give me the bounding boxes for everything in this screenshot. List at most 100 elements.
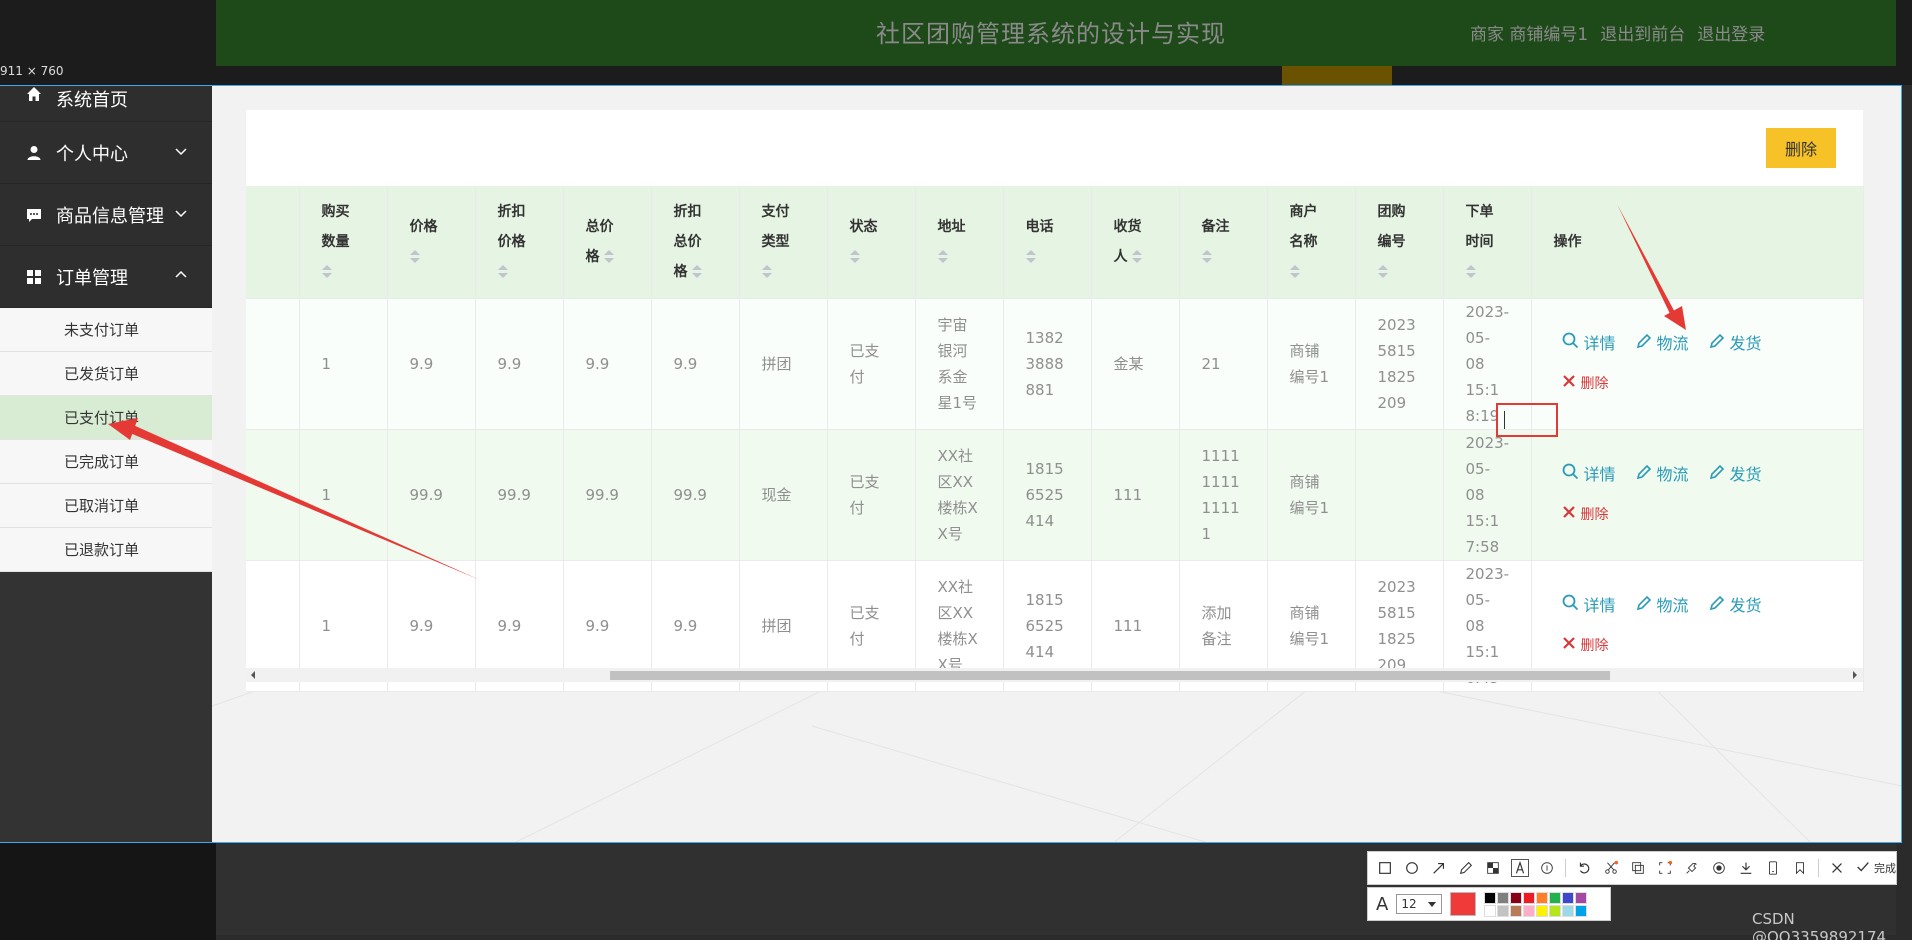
color-swatch[interactable] — [1497, 891, 1510, 904]
logistics-button[interactable]: 物流 — [1636, 331, 1689, 357]
record-icon[interactable] — [1710, 859, 1728, 877]
current-color-swatch[interactable] — [1450, 892, 1477, 916]
table-header-cell[interactable]: 购买 数量 — [299, 186, 388, 299]
table-header-cell[interactable]: 支付 类型 — [739, 186, 828, 299]
ship-button[interactable]: 发货 — [1709, 331, 1762, 357]
rectangle-icon[interactable] — [1376, 859, 1394, 877]
ship-button[interactable]: 发货 — [1709, 462, 1762, 488]
sort-caret-icon[interactable] — [1377, 264, 1388, 279]
color-swatch[interactable] — [1484, 891, 1497, 904]
sidebar-subitem-cancelled[interactable]: 已取消订单 — [0, 484, 212, 528]
table-cell: 商铺 编号1 — [1267, 298, 1356, 430]
table-header-cell[interactable]: 备注 — [1179, 186, 1268, 299]
ellipse-icon[interactable] — [1403, 859, 1421, 877]
delete-row-button[interactable]: 删除 — [1562, 502, 1609, 528]
sort-caret-icon[interactable] — [849, 249, 860, 264]
logistics-button[interactable]: 物流 — [1636, 462, 1689, 488]
sort-caret-icon[interactable] — [1201, 249, 1212, 264]
sidebar-item-order-management[interactable]: 订单管理 — [0, 246, 212, 308]
sort-caret-icon[interactable] — [409, 249, 420, 264]
sort-caret-icon[interactable] — [603, 249, 614, 264]
table-header-cell[interactable]: 状态 — [827, 186, 916, 299]
ship-button[interactable]: 发货 — [1709, 593, 1762, 619]
sort-caret-icon[interactable] — [937, 249, 948, 264]
sidebar-subitem-shipped[interactable]: 已发货订单 — [0, 352, 212, 396]
bookmark-icon[interactable] — [1791, 859, 1809, 877]
cell-line: 9.9 — [409, 616, 434, 635]
color-swatch[interactable] — [1575, 904, 1588, 917]
color-swatch[interactable] — [1510, 904, 1523, 917]
table-header-cell[interactable]: 总价格 — [563, 186, 652, 299]
search-icon — [1562, 462, 1584, 488]
table-header-cell[interactable]: 价格 — [387, 186, 476, 299]
sidebar-item-home[interactable]: 系统首页 — [0, 86, 212, 122]
table-header-cell[interactable]: 电话 — [1003, 186, 1092, 299]
number-icon[interactable] — [1538, 859, 1556, 877]
color-swatch[interactable] — [1562, 904, 1575, 917]
screen-icon[interactable] — [1656, 859, 1674, 877]
bulk-delete-button[interactable]: 删除 — [1766, 128, 1836, 168]
color-swatch[interactable] — [1549, 904, 1562, 917]
sort-caret-icon[interactable] — [1289, 264, 1300, 279]
color-swatch[interactable] — [1549, 891, 1562, 904]
logistics-button[interactable]: 物流 — [1636, 593, 1689, 619]
sort-caret-icon[interactable] — [1131, 249, 1142, 264]
cell-line: 拼团 — [761, 616, 792, 635]
logout-link[interactable]: 退出登录 — [1697, 20, 1765, 45]
table-header-cell[interactable]: 地址 — [915, 186, 1004, 299]
cell-line: 2023 — [1377, 315, 1416, 334]
sidebar-subitem-paid[interactable]: 已支付订单 — [0, 396, 212, 440]
sort-caret-icon[interactable] — [761, 264, 772, 279]
color-swatch[interactable] — [1510, 891, 1523, 904]
color-swatch[interactable] — [1536, 904, 1549, 917]
scrollbar-thumb[interactable] — [610, 671, 1610, 680]
table-header-cell[interactable]: 下单 时间 — [1443, 186, 1532, 299]
sort-caret-icon[interactable] — [321, 264, 332, 279]
sidebar-item-product-management[interactable]: 商品信息管理 — [0, 184, 212, 246]
arrow-icon[interactable] — [1430, 859, 1448, 877]
sort-caret-icon[interactable] — [497, 264, 508, 279]
sidebar-subitem-refunded[interactable]: 已退款订单 — [0, 528, 212, 572]
horizontal-scrollbar[interactable] — [246, 668, 1863, 682]
table-header-cell[interactable]: 收货人 — [1091, 186, 1180, 299]
sort-caret-icon[interactable] — [1025, 249, 1036, 264]
color-swatch[interactable] — [1575, 891, 1588, 904]
scissors-icon[interactable] — [1602, 859, 1620, 877]
text-icon[interactable] — [1511, 859, 1529, 877]
color-swatch[interactable] — [1523, 904, 1536, 917]
mosaic-icon[interactable] — [1484, 859, 1502, 877]
scroll-left-icon[interactable] — [251, 671, 255, 679]
table-header-cell[interactable]: 商户 名称 — [1267, 186, 1356, 299]
table-header-cell[interactable]: 折扣 总价格 — [651, 186, 740, 299]
back-to-frontend-link[interactable]: 退出到前台 — [1600, 20, 1685, 45]
download-icon[interactable] — [1737, 859, 1755, 877]
color-swatch[interactable] — [1562, 891, 1575, 904]
font-size-select[interactable]: 12 — [1396, 894, 1443, 914]
close-icon[interactable] — [1828, 859, 1846, 877]
header-label: 总价 — [673, 233, 702, 250]
color-swatch[interactable] — [1536, 891, 1549, 904]
color-swatch[interactable] — [1523, 891, 1536, 904]
delete-row-button[interactable]: 删除 — [1562, 633, 1609, 659]
order-submenu: 未支付订单 已发货订单 已支付订单 已完成订单 已取消订单 已退款订单 — [0, 308, 212, 572]
undo-icon[interactable] — [1575, 859, 1593, 877]
color-swatch[interactable] — [1484, 904, 1497, 917]
sort-caret-icon[interactable] — [1465, 264, 1476, 279]
delete-row-button[interactable]: 删除 — [1562, 371, 1609, 397]
sidebar-subitem-unpaid[interactable]: 未支付订单 — [0, 308, 212, 352]
pin-icon[interactable] — [1683, 859, 1701, 877]
detail-button[interactable]: 详情 — [1562, 331, 1616, 357]
scroll-right-icon[interactable] — [1853, 671, 1857, 679]
phone-icon[interactable] — [1764, 859, 1782, 877]
sidebar-item-personal-center[interactable]: 个人中心 — [0, 122, 212, 184]
finish-button[interactable]: 完成 — [1855, 859, 1896, 878]
sidebar-subitem-completed[interactable]: 已完成订单 — [0, 440, 212, 484]
sort-caret-icon[interactable] — [691, 264, 702, 279]
detail-button[interactable]: 详情 — [1562, 462, 1616, 488]
ocr-icon[interactable] — [1629, 859, 1647, 877]
table-header-cell[interactable]: 团购 编号 — [1355, 186, 1444, 299]
color-swatch[interactable] — [1497, 904, 1510, 917]
pen-icon[interactable] — [1457, 859, 1475, 877]
detail-button[interactable]: 详情 — [1562, 593, 1616, 619]
table-header-cell[interactable]: 折扣 价格 — [475, 186, 564, 299]
